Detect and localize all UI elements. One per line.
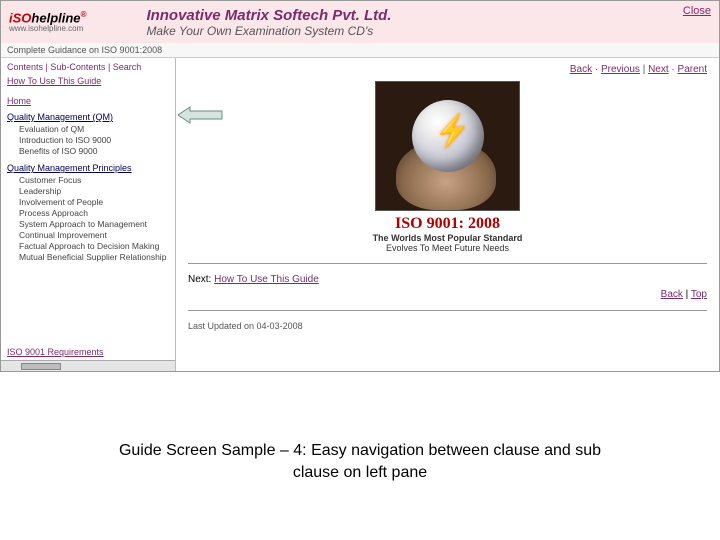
list-item[interactable]: Continual Improvement — [19, 230, 169, 241]
sub-header: Complete Guidance on ISO 9001:2008 — [1, 43, 719, 58]
banner-subtitle: Make Your Own Examination System CD's — [146, 24, 391, 38]
nav-bottom: Back | Top — [188, 289, 707, 300]
banner: iSOhelpline® www.isohelpline.com Innovat… — [1, 1, 719, 43]
list-item[interactable]: Evaluation of QM — [19, 124, 169, 135]
tab-contents[interactable]: Contents — [7, 62, 43, 72]
iso-subtitle-2: Evolves To Meet Future Needs — [188, 243, 707, 253]
list-item[interactable]: Involvement of People — [19, 197, 169, 208]
next-link[interactable]: How To Use This Guide — [214, 274, 319, 285]
separator — [188, 263, 707, 264]
last-updated: Last Updated on 04-03-2008 — [188, 321, 707, 331]
list-item[interactable]: Introduction to ISO 9000 — [19, 135, 169, 146]
hero-image: ⚡ — [375, 81, 520, 211]
nav-top-bottom[interactable]: Top — [691, 289, 707, 300]
iso-subtitle-1: The Worlds Most Popular Standard — [188, 233, 707, 243]
callout-arrow-icon — [178, 105, 223, 125]
figure-caption: Guide Screen Sample – 4: Easy navigation… — [0, 440, 720, 483]
lightning-icon: ⚡ — [432, 112, 474, 152]
nav-back-bottom[interactable]: Back — [661, 289, 683, 300]
list-item[interactable]: System Approach to Management — [19, 219, 169, 230]
separator — [188, 310, 707, 311]
sidebar-home[interactable]: Home — [7, 96, 169, 106]
iso-title: ISO 9001: 2008 — [188, 215, 707, 233]
scrollbar-thumb[interactable] — [21, 363, 61, 370]
close-link[interactable]: Close — [683, 5, 711, 17]
sidebar-tabs: Contents | Sub-Contents | Search — [7, 62, 169, 72]
tab-search[interactable]: Search — [113, 62, 142, 72]
sidebar-howto[interactable]: How To Use This Guide — [7, 76, 169, 86]
body: Contents | Sub-Contents | Search How To … — [1, 58, 719, 371]
next-line: Next: How To Use This Guide — [188, 274, 707, 285]
tab-subcontents[interactable]: Sub-Contents — [50, 62, 105, 72]
list-item[interactable]: Process Approach — [19, 208, 169, 219]
logo-url: www.isohelpline.com — [9, 25, 86, 33]
banner-title: Innovative Matrix Softech Pvt. Ltd. — [146, 7, 391, 24]
nav-top: Back · Previous | Next · Parent — [188, 64, 707, 75]
list-item[interactable]: Mutual Beneficial Supplier Relationship — [19, 252, 169, 263]
sidebar-list-qmp: Customer Focus Leadership Involvement of… — [19, 175, 169, 263]
sidebar-section-qmp[interactable]: Quality Management Principles — [7, 163, 169, 173]
list-item[interactable]: Benefits of ISO 9000 — [19, 146, 169, 157]
nav-next[interactable]: Next — [648, 64, 669, 75]
app-window: iSOhelpline® www.isohelpline.com Innovat… — [0, 0, 720, 372]
list-item[interactable]: Leadership — [19, 186, 169, 197]
nav-back[interactable]: Back — [570, 64, 592, 75]
caption-line-2: clause on left pane — [0, 462, 720, 484]
sidebar-list-qm: Evaluation of QM Introduction to ISO 900… — [19, 124, 169, 157]
main-pane: Back · Previous | Next · Parent ⚡ ISO 90… — [176, 58, 719, 371]
list-item[interactable]: Customer Focus — [19, 175, 169, 186]
banner-titles: Innovative Matrix Softech Pvt. Ltd. Make… — [146, 7, 391, 38]
sidebar-iso9001req[interactable]: ISO 9001 Requirements — [7, 347, 104, 357]
sidebar-scrollbar[interactable] — [1, 360, 175, 371]
sidebar: Contents | Sub-Contents | Search How To … — [1, 58, 176, 371]
nav-previous[interactable]: Previous — [601, 64, 640, 75]
nav-parent[interactable]: Parent — [678, 64, 707, 75]
next-label: Next: — [188, 274, 211, 285]
sidebar-section-qm[interactable]: Quality Management (QM) — [7, 112, 169, 122]
hero-block: ⚡ ISO 9001: 2008 The Worlds Most Popular… — [188, 81, 707, 253]
list-item[interactable]: Factual Approach to Decision Making — [19, 241, 169, 252]
caption-line-1: Guide Screen Sample – 4: Easy navigation… — [0, 440, 720, 462]
logo: iSOhelpline® www.isohelpline.com — [9, 11, 86, 32]
